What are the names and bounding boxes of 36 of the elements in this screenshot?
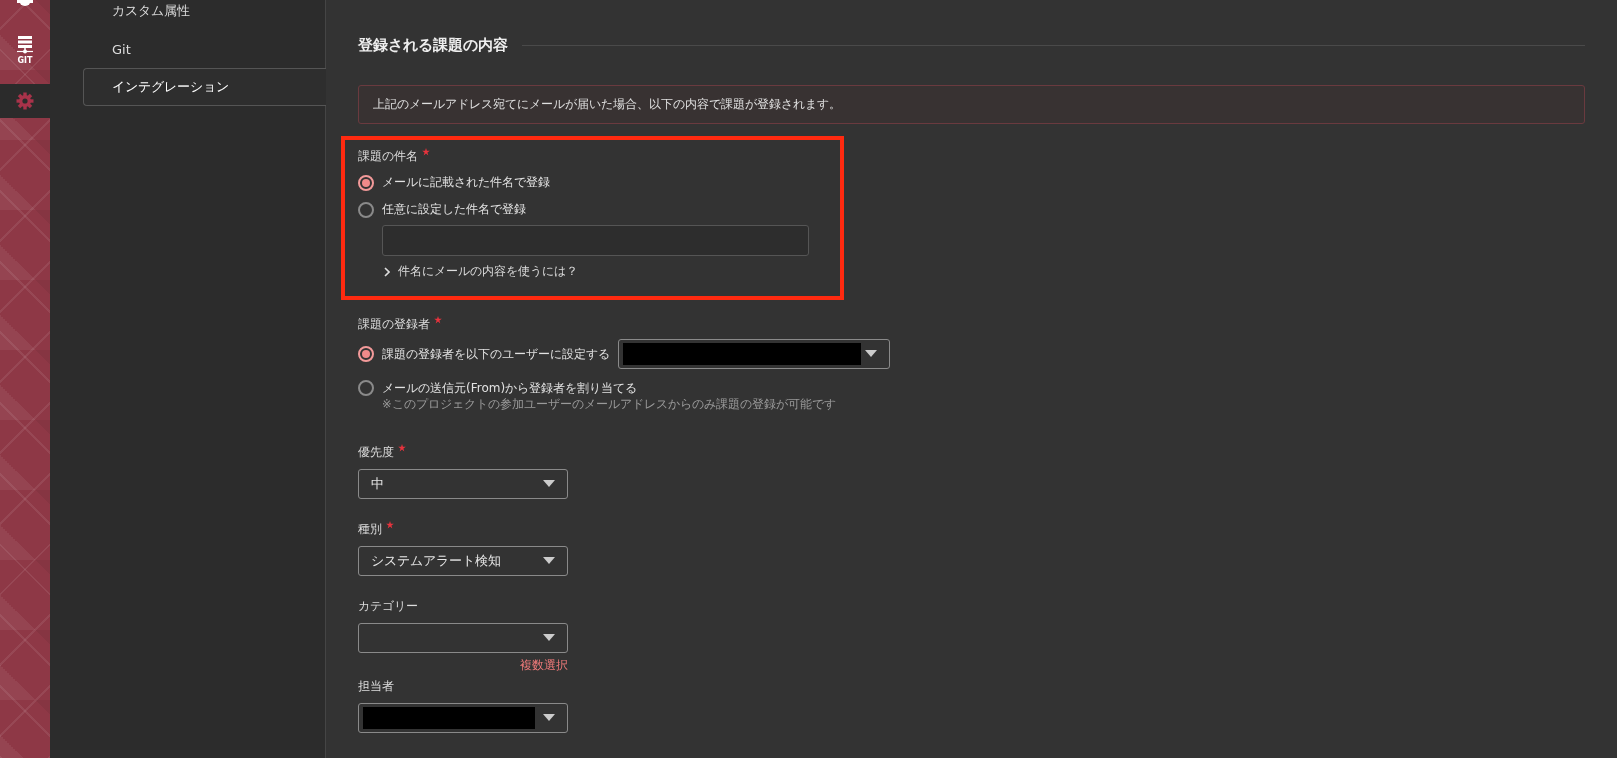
field-label: カテゴリー xyxy=(358,598,418,615)
radio-button[interactable] xyxy=(358,380,374,396)
dropdown-select[interactable]: システムアラート検知 xyxy=(358,546,568,576)
section-title: 登録される課題の内容 xyxy=(358,36,508,55)
chevron-right-icon xyxy=(384,266,390,277)
radio-label: メールの送信元(From)から登録者を割り当てる xyxy=(382,379,638,397)
radio-label: メールに記載された件名で登録 xyxy=(382,174,550,191)
rail-label: GIT xyxy=(17,55,33,65)
dropdown-select[interactable] xyxy=(358,623,568,653)
field-label: 優先度 xyxy=(358,444,394,461)
field-label: 課題の件名 xyxy=(358,148,418,165)
dropdown-select[interactable] xyxy=(358,703,568,733)
field-label: 種別 xyxy=(358,521,382,538)
note-text: ※このプロジェクトの参加ユーザーのメールアドレスからのみ課題の登録が可能です xyxy=(382,397,836,412)
caret-icon xyxy=(543,480,555,488)
dropdown-select[interactable]: 中 xyxy=(358,469,568,499)
field-label: 担当者 xyxy=(358,678,394,695)
caret-icon xyxy=(543,714,555,722)
multi-select-link[interactable]: 複数選択 xyxy=(358,657,568,674)
radio-button[interactable] xyxy=(358,346,374,362)
sidebar-item[interactable]: インテグレーション xyxy=(83,68,326,106)
radio-button[interactable] xyxy=(358,201,374,218)
radio-button[interactable] xyxy=(358,174,374,191)
caret-icon xyxy=(865,350,877,358)
user-select[interactable] xyxy=(618,339,890,369)
expander-link[interactable]: 件名にメールの内容を使うには？ xyxy=(384,263,578,280)
server-icon[interactable] xyxy=(17,35,33,54)
caret-icon xyxy=(543,557,555,565)
field-label: 課題の登録者 xyxy=(358,316,430,333)
notice-banner: 上記のメールアドレス宛てにメールが届いた場合、以下の内容で課題が登録されます。 xyxy=(358,85,1585,124)
subject-input-field[interactable] xyxy=(382,225,809,256)
caret-icon xyxy=(543,634,555,642)
sidebar-item[interactable]: カスタム属性 xyxy=(83,0,325,30)
radio-label: 課題の登録者を以下のユーザーに設定する xyxy=(382,345,610,363)
radio-label: 任意に設定した件名で登録 xyxy=(382,201,526,218)
sidebar-item[interactable]: Git xyxy=(83,30,325,68)
